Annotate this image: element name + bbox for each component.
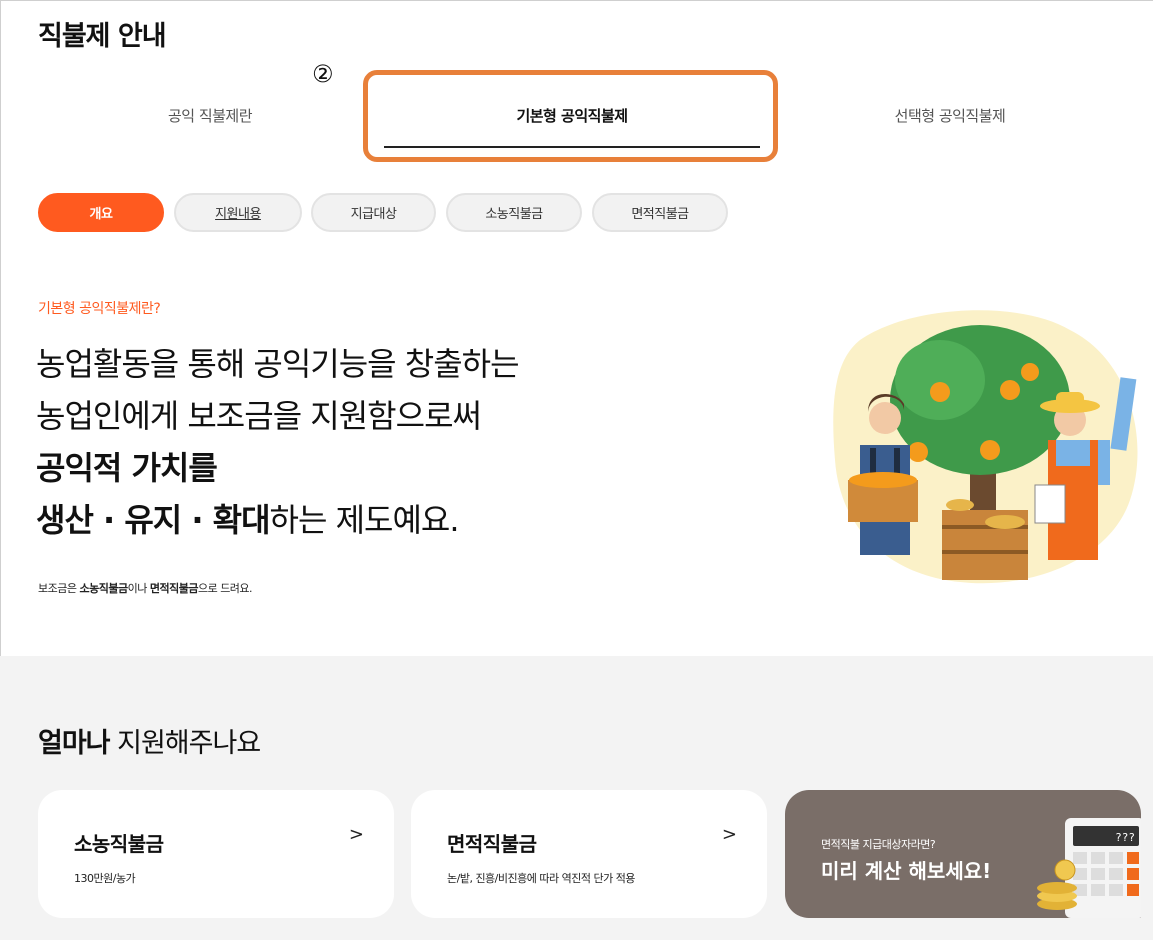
chevron-right-icon: > <box>348 824 364 845</box>
card-subtitle: 130만원/농가 <box>74 872 136 885</box>
small-farm-payment-card[interactable]: 소농직불금 130만원/농가 > <box>38 790 394 918</box>
section-title-bold: 얼마나 <box>38 728 111 759</box>
tab-optional-direct-payment[interactable]: 선택형 공익직불제 <box>860 105 1040 126</box>
headline-line3: 공익적 가치를 <box>36 449 218 487</box>
section-title: 얼마나 지원해주나요 <box>38 721 261 760</box>
card-title: 소농직불금 <box>74 832 164 856</box>
calculator-card[interactable]: 면적직불 지급대상자라면? 미리 계산 해보세요! ??? <box>785 790 1141 918</box>
pill-support-details[interactable]: 지원내용 <box>174 193 302 232</box>
footnote: 보조금은 소농직불금이나 면적직불금으로 드려요. <box>38 580 253 596</box>
calc-card-subtitle: 면적직불 지급대상자라면? <box>821 838 936 851</box>
headline-line4-bold: 생산 · 유지 · 확대 <box>36 501 271 539</box>
farmers-tree-illustration <box>833 310 1138 584</box>
card-subtitle: 논/밭, 진흥/비진흥에 따라 역진적 단가 적용 <box>447 872 635 885</box>
pill-area-payment[interactable]: 면적직불금 <box>592 193 728 232</box>
footnote-mid: 이나 <box>127 582 150 595</box>
tab-public-direct-payment[interactable]: 공익 직불제란 <box>140 105 280 126</box>
card-title: 면적직불금 <box>447 832 537 856</box>
pill-overview[interactable]: 개요 <box>38 193 164 232</box>
pill-small-farm-payment[interactable]: 소농직불금 <box>446 193 582 232</box>
headline-line1: 농업활동을 통해 공익기능을 창출하는 <box>36 345 520 383</box>
area-payment-card[interactable]: 면적직불금 논/밭, 진흥/비진흥에 따라 역진적 단가 적용 > <box>411 790 767 918</box>
calculator-icon: ??? <box>1037 818 1141 918</box>
section-title-rest: 지원해주나요 <box>109 728 261 759</box>
headline-line4-rest: 하는 제도예요. <box>269 501 460 539</box>
calculator-display: ??? <box>1115 831 1135 844</box>
footnote-bold-area: 면적직불금 <box>149 582 199 595</box>
pill-eligibility[interactable]: 지급대상 <box>311 193 436 232</box>
intro-label: 기본형 공익직불제란? <box>38 301 161 317</box>
page-title: 직불제 안내 <box>38 21 167 52</box>
chevron-right-icon: > <box>721 824 737 845</box>
annotation-highlight-box <box>363 70 778 162</box>
headline: 농업활동을 통해 공익기능을 창출하는 농업인에게 보조금을 지원함으로써 공익… <box>36 338 520 546</box>
calc-card-title: 미리 계산 해보세요! <box>821 859 992 883</box>
annotation-number: ② <box>312 60 334 88</box>
footnote-post: 으로 드려요. <box>197 582 253 595</box>
footnote-pre: 보조금은 <box>38 582 80 595</box>
headline-line4: 생산 · 유지 · 확대하는 제도예요. <box>36 494 519 546</box>
footnote-bold-small-farm: 소농직불금 <box>79 582 128 595</box>
headline-line2: 농업인에게 보조금을 지원함으로써 <box>36 397 482 435</box>
